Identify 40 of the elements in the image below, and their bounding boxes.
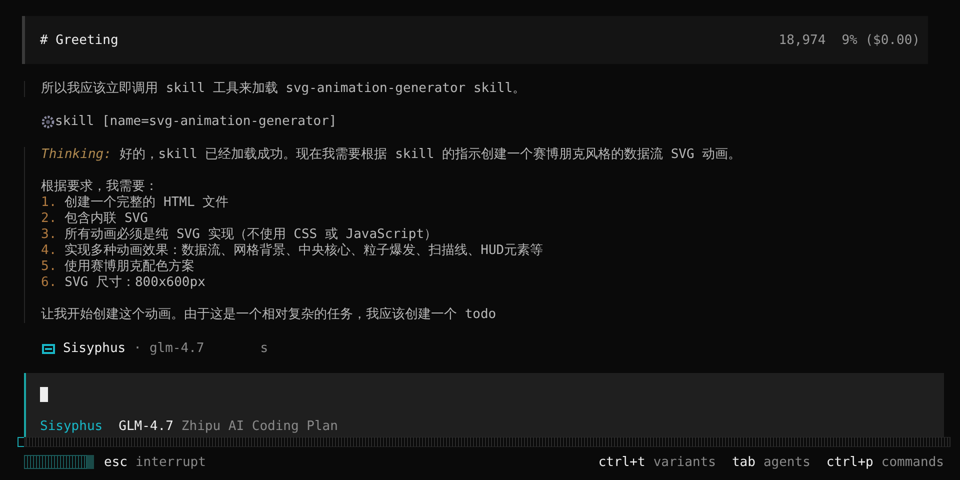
- token-count: 18,974: [778, 32, 826, 48]
- separator-dot: ·: [134, 341, 142, 357]
- list-item: 实现多种动画效果：数据流、网格背景、中央核心、粒子爆发、扫描线、HUD元素等: [64, 243, 544, 259]
- list-number: 2.: [41, 211, 57, 227]
- shortcut-action: commands: [881, 455, 944, 470]
- shortcut-key: tab: [732, 455, 756, 470]
- gear-icon: [41, 115, 55, 129]
- agent-icon: [42, 344, 55, 354]
- shortcut-action: interrupt: [135, 455, 206, 470]
- agent-name: Sisyphus: [40, 419, 103, 435]
- provider-name: Zhipu AI Coding Plan: [181, 419, 338, 435]
- session-title: # Greeting: [40, 32, 118, 48]
- shortcut-action: agents: [763, 455, 810, 470]
- tool-call: skill [name=svg-animation-generator]: [55, 114, 337, 130]
- prompt-input[interactable]: Sisyphus GLM-4.7 Zhipu AI Coding Plan: [24, 373, 944, 437]
- text-cursor: [40, 387, 48, 402]
- model-name: GLM-4.7: [118, 419, 174, 435]
- list-item: 包含内联 SVG: [64, 211, 148, 227]
- list-item: 所有动画必须是纯 SVG 实现（不使用 CSS 或 JavaScript）: [64, 227, 438, 243]
- shortcut-key: esc: [104, 455, 128, 470]
- list-item: 使用赛博朋克配色方案: [64, 259, 195, 275]
- usage-cost: 9% ($0.00): [842, 32, 920, 48]
- list-number: 4.: [41, 243, 57, 259]
- list-number: 1.: [41, 195, 57, 211]
- shortcut-key: ctrl+t: [598, 455, 646, 470]
- list-number: 6.: [41, 275, 57, 291]
- spinner-text: s: [260, 341, 268, 357]
- list-item: 创建一个完整的 HTML 文件: [64, 195, 229, 211]
- list-intro: 根据要求，我需要：: [41, 179, 159, 195]
- thinking-text: Thinking: 好的，skill 已经加载成功。现在我需要根据 skill 的指示创建一个赛博朋克风格的数据流 SVG 动画。: [41, 147, 742, 163]
- shortcut-key: ctrl+p: [826, 455, 874, 470]
- shortcut-action: variants: [653, 455, 716, 470]
- thinking-text: 让我开始创建这个动画。由于这是一个相对复杂的任务，我应该创建一个 todo: [41, 307, 498, 323]
- agent-name: Sisyphus: [63, 341, 126, 357]
- message-text: 所以我应该立即调用 skill 工具来加载 svg-animation-generator skill。: [41, 81, 527, 97]
- list-number: 5.: [41, 259, 57, 275]
- progress-drawing: [24, 455, 94, 469]
- list-number: 3.: [41, 227, 57, 243]
- list-item: SVG 尺寸：800x600px: [64, 275, 206, 291]
- model-name: glm-4.7: [149, 341, 204, 357]
